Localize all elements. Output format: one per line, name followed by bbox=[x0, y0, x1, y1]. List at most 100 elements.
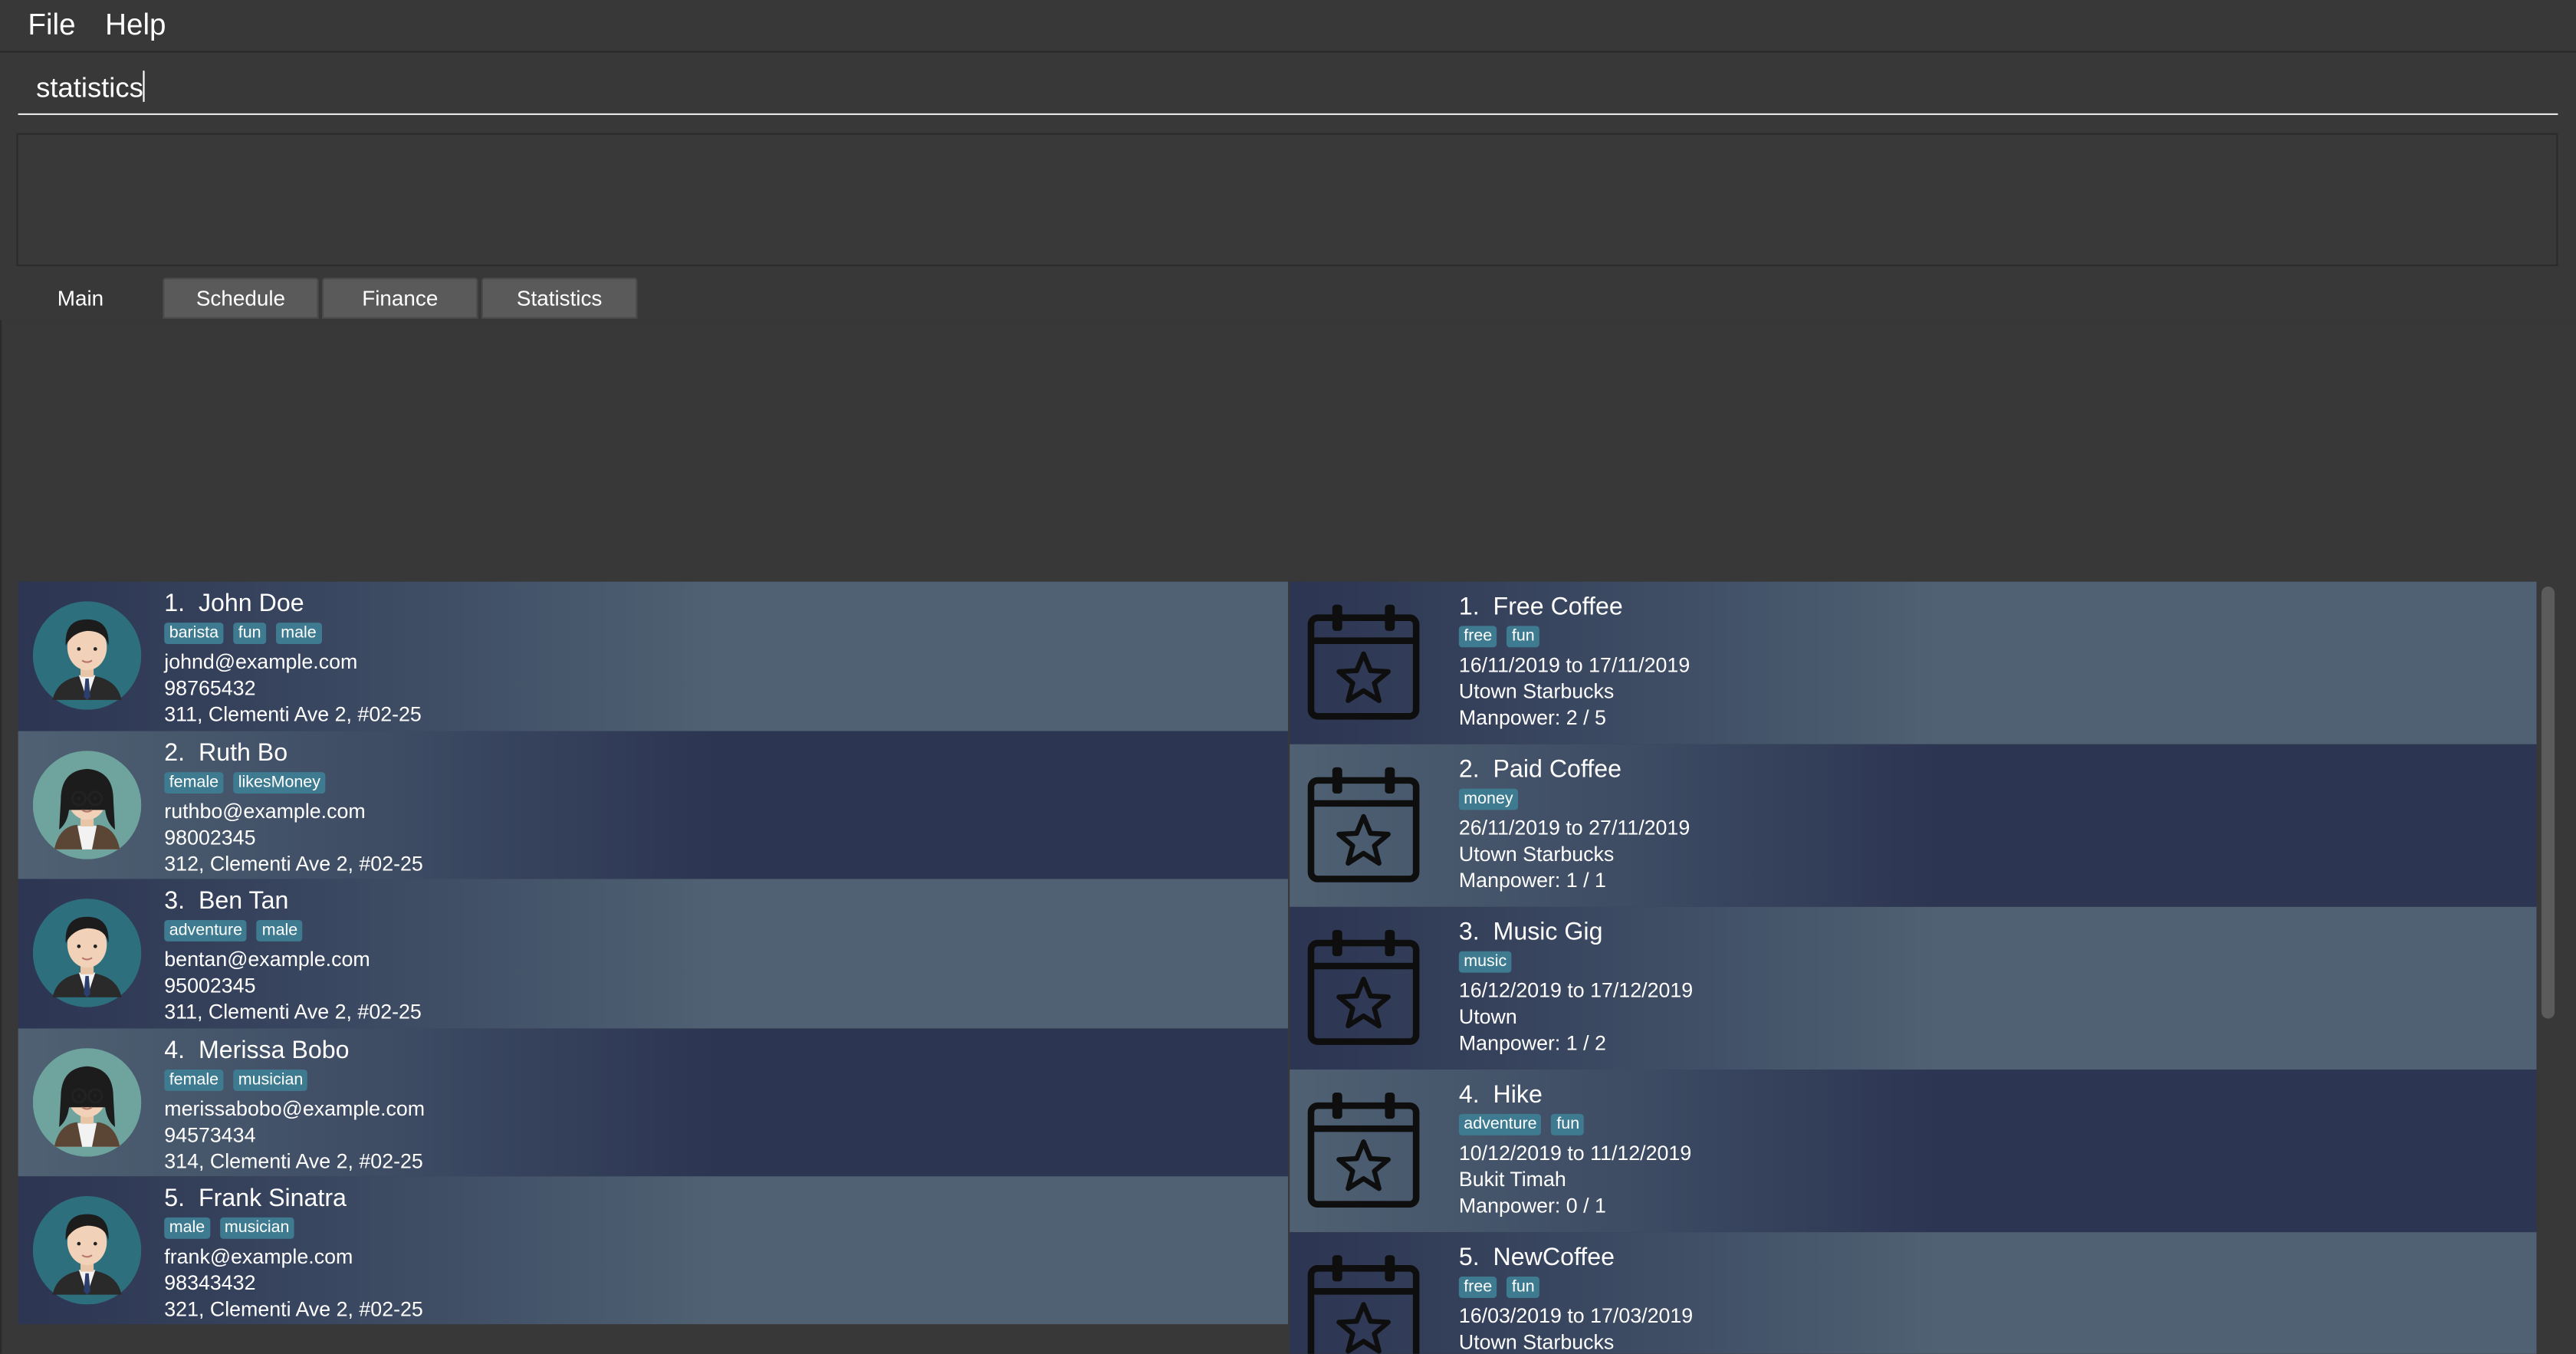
person-name-text: Ben Tan bbox=[198, 887, 289, 915]
person-card[interactable]: 5. Frank Sinatra male musician frank@exam… bbox=[18, 1176, 1289, 1325]
event-index: 2. bbox=[1458, 755, 1480, 784]
person-phone: 98765432 bbox=[164, 676, 256, 700]
person-index: 1. bbox=[164, 590, 186, 618]
tag-label: fun bbox=[1551, 1113, 1585, 1135]
tag-label: fun bbox=[1506, 626, 1540, 648]
person-index: 2. bbox=[164, 738, 186, 767]
person-address: 311, Clementi Ave 2, #02-25 bbox=[164, 703, 422, 727]
person-address: 321, Clementi Ave 2, #02-25 bbox=[164, 1297, 423, 1321]
tag-label: female bbox=[164, 771, 224, 793]
avatar-icon bbox=[32, 899, 142, 1007]
person-name: 2. Ruth Bo bbox=[164, 738, 423, 768]
tag-list: adventure male bbox=[164, 920, 422, 945]
person-address: 311, Clementi Ave 2, #02-25 bbox=[164, 1001, 422, 1024]
menu-bar: File Help bbox=[0, 0, 2576, 53]
event-index: 5. bbox=[1458, 1244, 1480, 1272]
event-list-scrollbar[interactable] bbox=[2540, 582, 2556, 1354]
menu-file[interactable]: File bbox=[28, 8, 75, 43]
event-name: 3. Music Gig bbox=[1459, 919, 1693, 948]
avatar-icon bbox=[32, 1196, 142, 1305]
event-dates: 10/12/2019 to 11/12/2019 bbox=[1458, 1142, 1692, 1165]
person-name: 4. Merissa Bobo bbox=[164, 1036, 425, 1066]
menu-help[interactable]: Help bbox=[105, 8, 166, 43]
tag-label: adventure bbox=[164, 920, 248, 942]
tag-label: likesMoney bbox=[233, 771, 326, 793]
tag-label: male bbox=[275, 623, 322, 644]
tag-label: musician bbox=[219, 1217, 294, 1239]
event-list[interactable]: 1. Free Coffee free fun 16/11/2019 to 17/… bbox=[1290, 581, 2537, 1354]
avatar bbox=[32, 750, 142, 859]
event-manpower: Manpower: 1 / 2 bbox=[1458, 1031, 1606, 1055]
tag-label: free bbox=[1458, 626, 1497, 648]
tag-label: musician bbox=[233, 1068, 308, 1090]
event-details: 4. Hike adventure fun 10/12/2019 to 11/12… bbox=[1458, 1081, 1692, 1219]
person-index: 5. bbox=[164, 1185, 186, 1213]
person-index: 4. bbox=[164, 1036, 186, 1064]
event-card[interactable]: 1. Free Coffee free fun 16/11/2019 to 17/… bbox=[1290, 581, 2537, 744]
command-box[interactable]: statistics bbox=[18, 59, 2558, 115]
tab-main[interactable]: Main bbox=[0, 278, 161, 319]
person-card[interactable]: 2. Ruth Bo female likesMoney ruthbo@examp… bbox=[18, 730, 1289, 879]
tag-list: music bbox=[1458, 951, 1693, 976]
person-list[interactable]: 1. John Doe barista fun male johnd@example… bbox=[18, 581, 1289, 1325]
person-address: 312, Clementi Ave 2, #02-25 bbox=[164, 852, 423, 876]
person-phone: 95002345 bbox=[164, 974, 256, 997]
avatar-icon bbox=[32, 750, 142, 859]
person-name-text: John Doe bbox=[198, 590, 304, 618]
tag-label: free bbox=[1458, 1277, 1497, 1298]
avatar bbox=[32, 899, 142, 1007]
avatar-icon bbox=[32, 1047, 142, 1156]
event-card[interactable]: 4. Hike adventure fun 10/12/2019 to 11/12… bbox=[1290, 1070, 2537, 1233]
person-card[interactable]: 3. Ben Tan adventure male bentan@example.… bbox=[18, 879, 1289, 1028]
tag-label: barista bbox=[164, 623, 224, 644]
calendar-star-icon bbox=[1307, 1255, 1420, 1354]
avatar-icon bbox=[32, 601, 142, 710]
result-display bbox=[16, 133, 2558, 267]
event-card[interactable]: 3. Music Gig music 16/12/2019 to 17/12/2… bbox=[1290, 906, 2537, 1070]
calendar-star-icon bbox=[1307, 1093, 1420, 1208]
person-name-text: Ruth Bo bbox=[198, 738, 288, 767]
tag-label: male bbox=[257, 920, 303, 942]
event-index: 4. bbox=[1458, 1081, 1480, 1109]
person-email: ruthbo@example.com bbox=[164, 799, 366, 823]
person-phone: 98002345 bbox=[164, 825, 256, 849]
event-dates: 16/11/2019 to 17/11/2019 bbox=[1458, 653, 1691, 677]
avatar bbox=[32, 1047, 142, 1156]
person-name: 5. Frank Sinatra bbox=[164, 1185, 423, 1214]
event-details: 2. Paid Coffee money 26/11/2019 to 27/11… bbox=[1458, 755, 1690, 894]
event-venue: Utown Starbucks bbox=[1458, 1330, 1615, 1354]
person-email: bentan@example.com bbox=[164, 948, 370, 971]
tag-label: fun bbox=[233, 623, 266, 644]
event-name-text: Free Coffee bbox=[1493, 593, 1623, 621]
person-email: johnd@example.com bbox=[164, 650, 358, 674]
tag-list: free fun bbox=[1458, 1277, 1693, 1301]
event-card[interactable]: 5. NewCoffee free fun 16/03/2019 to 17/03… bbox=[1290, 1232, 2537, 1354]
person-card[interactable]: 1. John Doe barista fun male johnd@example… bbox=[18, 581, 1289, 731]
tab-statistics[interactable]: Statistics bbox=[481, 278, 638, 319]
event-name-text: Music Gig bbox=[1493, 918, 1603, 947]
scroll-thumb[interactable] bbox=[2542, 587, 2555, 1019]
event-details: 3. Music Gig music 16/12/2019 to 17/12/2… bbox=[1458, 919, 1693, 1057]
tag-list: adventure fun bbox=[1458, 1113, 1691, 1139]
event-manpower: Manpower: 2 / 5 bbox=[1458, 706, 1606, 730]
tag-label: money bbox=[1458, 788, 1519, 810]
tab-schedule[interactable]: Schedule bbox=[163, 278, 319, 319]
calendar-star-icon bbox=[1307, 929, 1420, 1045]
person-name-text: Merissa Bobo bbox=[198, 1036, 350, 1064]
person-details: 4. Merissa Bobo female musician merissabo… bbox=[164, 1036, 425, 1174]
event-venue: Utown Starbucks bbox=[1458, 680, 1615, 704]
person-email: frank@example.com bbox=[164, 1245, 353, 1269]
event-name-text: Paid Coffee bbox=[1493, 755, 1622, 784]
tag-label: female bbox=[164, 1068, 224, 1090]
person-details: 5. Frank Sinatra male musician frank@exam… bbox=[164, 1185, 423, 1323]
tab-bar: Main Schedule Finance Statistics bbox=[0, 276, 2576, 322]
event-manpower: Manpower: 1 / 1 bbox=[1458, 869, 1606, 892]
tag-list: money bbox=[1458, 788, 1690, 813]
event-venue: Utown bbox=[1458, 1005, 1517, 1029]
tab-finance[interactable]: Finance bbox=[322, 278, 478, 319]
person-card[interactable]: 4. Merissa Bobo female musician merissabo… bbox=[18, 1027, 1289, 1177]
event-details: 1. Free Coffee free fun 16/11/2019 to 17/… bbox=[1458, 593, 1691, 731]
tag-label: music bbox=[1458, 951, 1512, 973]
command-input[interactable]: statistics bbox=[36, 71, 145, 105]
event-card[interactable]: 2. Paid Coffee money 26/11/2019 to 27/11… bbox=[1290, 744, 2537, 907]
